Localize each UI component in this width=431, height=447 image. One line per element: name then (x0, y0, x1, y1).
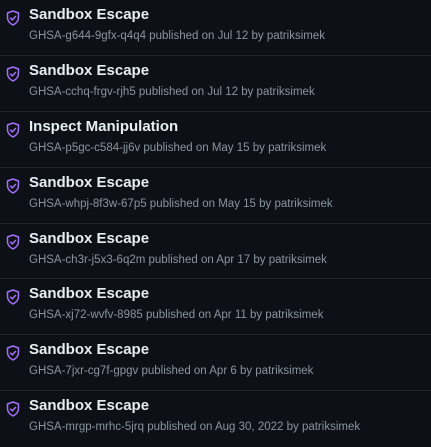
advisory-row: Sandbox Escape GHSA-ch3r-j5x3-6q2m publi… (0, 224, 431, 280)
shield-icon (6, 233, 20, 250)
advisory-meta: GHSA-g644-9gfx-q4q4 published on Jul 12 … (29, 30, 325, 42)
shield-icon (6, 289, 20, 306)
advisory-title-link[interactable]: Sandbox Escape (29, 230, 149, 247)
shield-icon (6, 10, 20, 26)
advisory-meta: GHSA-whpj-8f3w-67p5 published on May 15 … (29, 197, 333, 210)
advisory-meta: GHSA-ch3r-j5x3-6q2m published on Apr 17 … (29, 253, 327, 266)
advisory-row: Sandbox Escape GHSA-g644-9gfx-q4q4 publi… (0, 0, 431, 56)
advisory-row: Sandbox Escape GHSA-7jxr-cg7f-gpgv publi… (0, 335, 431, 392)
advisory-meta: GHSA-mrgp-mrhc-5jrq published on Aug 30,… (29, 421, 361, 434)
advisory-meta: GHSA-p5gc-c584-jj6v published on May 15 … (29, 141, 327, 154)
advisory-title-link[interactable]: Sandbox Escape (29, 285, 149, 302)
advisory-title-link[interactable]: Inspect Manipulation (29, 118, 178, 135)
shield-icon (6, 401, 20, 417)
advisory-title-link[interactable]: Sandbox Escape (29, 6, 149, 23)
advisory-meta: GHSA-xj72-wvfv-8985 published on Apr 11 … (29, 309, 324, 322)
advisory-list: Sandbox Escape GHSA-g644-9gfx-q4q4 publi… (0, 0, 431, 439)
shield-icon (6, 177, 20, 194)
advisory-title-link[interactable]: Sandbox Escape (29, 341, 149, 358)
advisory-meta: GHSA-7jxr-cg7f-gpgv published on Apr 6 b… (29, 365, 314, 378)
advisory-row: Sandbox Escape GHSA-whpj-8f3w-67p5 publi… (0, 168, 431, 224)
advisory-title-link[interactable]: Sandbox Escape (29, 62, 149, 79)
shield-icon (6, 345, 20, 361)
advisory-title-link[interactable]: Sandbox Escape (29, 174, 149, 191)
advisory-row: Inspect Manipulation GHSA-p5gc-c584-jj6v… (0, 112, 431, 168)
advisory-row: Sandbox Escape GHSA-cchq-frgv-rjh5 publi… (0, 56, 431, 112)
shield-icon (6, 122, 20, 138)
advisory-row: Sandbox Escape GHSA-xj72-wvfv-8985 publi… (0, 279, 431, 336)
advisory-title-link[interactable]: Sandbox Escape (29, 397, 149, 414)
advisory-meta: GHSA-cchq-frgv-rjh5 published on Jul 12 … (29, 85, 315, 98)
shield-icon (6, 66, 20, 82)
